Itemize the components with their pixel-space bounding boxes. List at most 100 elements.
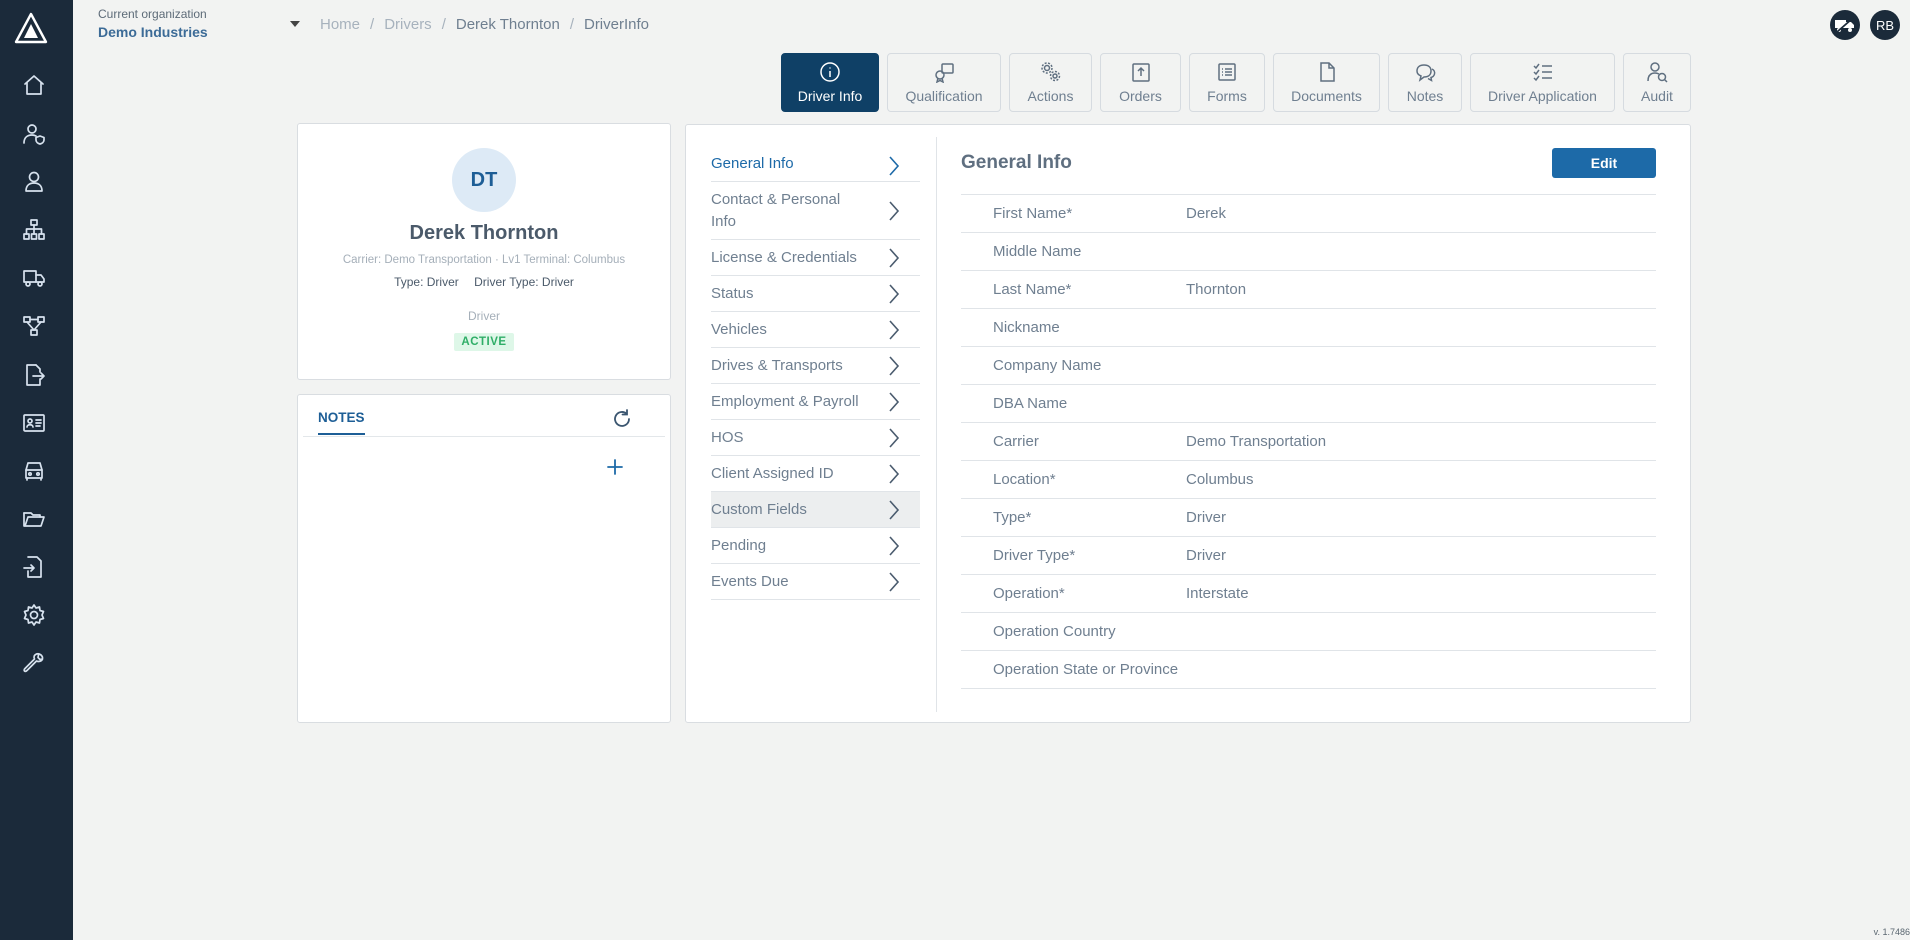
tab-orders[interactable]: Orders (1100, 53, 1181, 112)
menu-item-pending[interactable]: Pending (711, 528, 920, 564)
menu-item-custom-fields[interactable]: Custom Fields (711, 492, 920, 528)
file-import-icon[interactable] (20, 553, 47, 580)
wrench-icon[interactable] (20, 649, 47, 676)
carrier-terminal-line: Carrier: Demo Transportation · Lv1 Termi… (342, 254, 626, 266)
field-row: Nickname (961, 309, 1656, 347)
truck-icon[interactable] (20, 264, 47, 291)
field-value: Demo Transportation (1186, 433, 1327, 450)
field-row: DBA Name (961, 385, 1656, 423)
tab-documents[interactable]: Documents (1273, 53, 1380, 112)
menu-item-hos[interactable]: HOS (711, 420, 920, 456)
add-note-button[interactable] (604, 456, 626, 478)
field-label: Last Name* (993, 281, 1072, 298)
field-label: Middle Name (993, 243, 1082, 260)
breadcrumb-separator: / (441, 16, 446, 33)
user-avatar-button[interactable]: RB (1870, 10, 1900, 40)
field-label: Driver Type* (993, 547, 1076, 564)
menu-item-label: Custom Fields (711, 501, 807, 518)
tab-actions[interactable]: Actions (1009, 53, 1092, 112)
user-icon[interactable] (20, 168, 47, 195)
chevron-right-icon (888, 427, 900, 449)
driver-name: Derek Thornton (409, 222, 559, 244)
menu-item-license-credentials[interactable]: License & Credentials (711, 240, 920, 276)
plus-icon (607, 459, 623, 475)
breadcrumb-current: DriverInfo (583, 16, 650, 33)
tab-label: Driver Application (1488, 88, 1597, 104)
list-icon (1218, 63, 1236, 81)
field-label: DBA Name (993, 395, 1068, 412)
field-label: First Name* (993, 205, 1073, 222)
menu-item-events-due[interactable]: Events Due (711, 564, 920, 600)
field-value: Driver (1186, 547, 1226, 564)
chevron-right-icon (888, 155, 900, 177)
home-icon[interactable] (20, 71, 47, 98)
tab-label: Audit (1641, 88, 1673, 104)
chevron-right-icon (888, 319, 900, 341)
checklist-icon (1532, 63, 1552, 82)
field-row: First Name* Derek (961, 195, 1656, 233)
upload-icon (1131, 63, 1150, 82)
chevron-right-icon (888, 571, 900, 593)
tab-qualification[interactable]: Qualification (887, 53, 1001, 112)
driver-profile-card: DT Derek Thornton Carrier: Demo Transpor… (297, 123, 671, 380)
tab-audit[interactable]: Audit (1623, 53, 1691, 112)
top-right-actions: RB (1830, 10, 1900, 40)
chevron-right-icon (888, 535, 900, 557)
menu-item-general-info[interactable]: General Info (711, 150, 920, 182)
chevron-right-icon (888, 499, 900, 521)
id-card-icon[interactable] (20, 409, 47, 436)
gear-icon[interactable] (20, 601, 47, 628)
field-label: Location* (993, 471, 1056, 488)
field-value: Interstate (1186, 585, 1249, 602)
breadcrumb-driver[interactable]: Derek Thornton (456, 16, 560, 33)
tab-driver-info[interactable]: Driver Info (781, 53, 879, 112)
menu-item-label: Vehicles (711, 321, 767, 338)
breadcrumb-drivers[interactable]: Drivers (384, 16, 432, 33)
chevron-right-icon (888, 355, 900, 377)
org-name: Demo Industries (98, 24, 208, 40)
driver-role: Driver (468, 309, 500, 323)
divider (936, 137, 937, 712)
chevron-right-icon (888, 247, 900, 269)
vehicle-icon[interactable] (20, 457, 47, 484)
file-export-icon[interactable] (20, 361, 47, 388)
truck-status-button[interactable] (1830, 10, 1860, 40)
chevron-down-icon[interactable] (290, 21, 300, 27)
menu-item-vehicles[interactable]: Vehicles (711, 312, 920, 348)
tab-notes[interactable]: Notes (1388, 53, 1462, 112)
field-label: Carrier (993, 433, 1039, 450)
tab-notes-panel[interactable]: NOTES (318, 410, 365, 435)
menu-item-label: HOS (711, 429, 744, 446)
app-logo[interactable] (14, 12, 48, 44)
refresh-icon[interactable] (611, 408, 633, 430)
menu-item-employment-payroll[interactable]: Employment & Payroll (711, 384, 920, 420)
menu-item-label: Drives & Transports (711, 357, 843, 374)
driver-info-panel: General Info Contact & Personal Info Licen… (685, 124, 1691, 723)
folder-open-icon[interactable] (20, 505, 47, 532)
org-label: Current organization (98, 7, 207, 21)
tab-driver-application[interactable]: Driver Application (1470, 53, 1615, 112)
menu-item-drives-transports[interactable]: Drives & Transports (711, 348, 920, 384)
workflow-icon[interactable] (20, 312, 47, 339)
field-label: Type* (993, 509, 1032, 526)
edit-button[interactable]: Edit (1552, 148, 1656, 178)
user-shield-icon[interactable] (20, 120, 47, 147)
tab-label: Documents (1291, 88, 1362, 104)
chevron-right-icon (888, 463, 900, 485)
breadcrumb-home[interactable]: Home (320, 16, 360, 33)
menu-item-client-assigned-id[interactable]: Client Assigned ID (711, 456, 920, 492)
organization-selector[interactable]: Current organization Demo Industries (98, 7, 303, 43)
field-row: Operation State or Province (961, 651, 1656, 689)
menu-item-label: Pending (711, 537, 767, 554)
field-label: Company Name (993, 357, 1102, 374)
breadcrumb: Home / Drivers / Derek Thornton / Driver… (320, 16, 649, 33)
menu-item-status[interactable]: Status (711, 276, 920, 312)
section-menu: General Info Contact & Personal Info Licen… (711, 150, 920, 600)
field-row: Operation* Interstate (961, 575, 1656, 613)
driver-types: Type: Driver Driver Type: Driver (298, 275, 670, 289)
org-chart-icon[interactable] (20, 216, 47, 243)
tab-forms[interactable]: Forms (1189, 53, 1265, 112)
field-row: Location* Columbus (961, 461, 1656, 499)
menu-item-contact-personal-info[interactable]: Contact & Personal Info (711, 182, 920, 240)
field-label: Operation State or Province (993, 661, 1179, 678)
